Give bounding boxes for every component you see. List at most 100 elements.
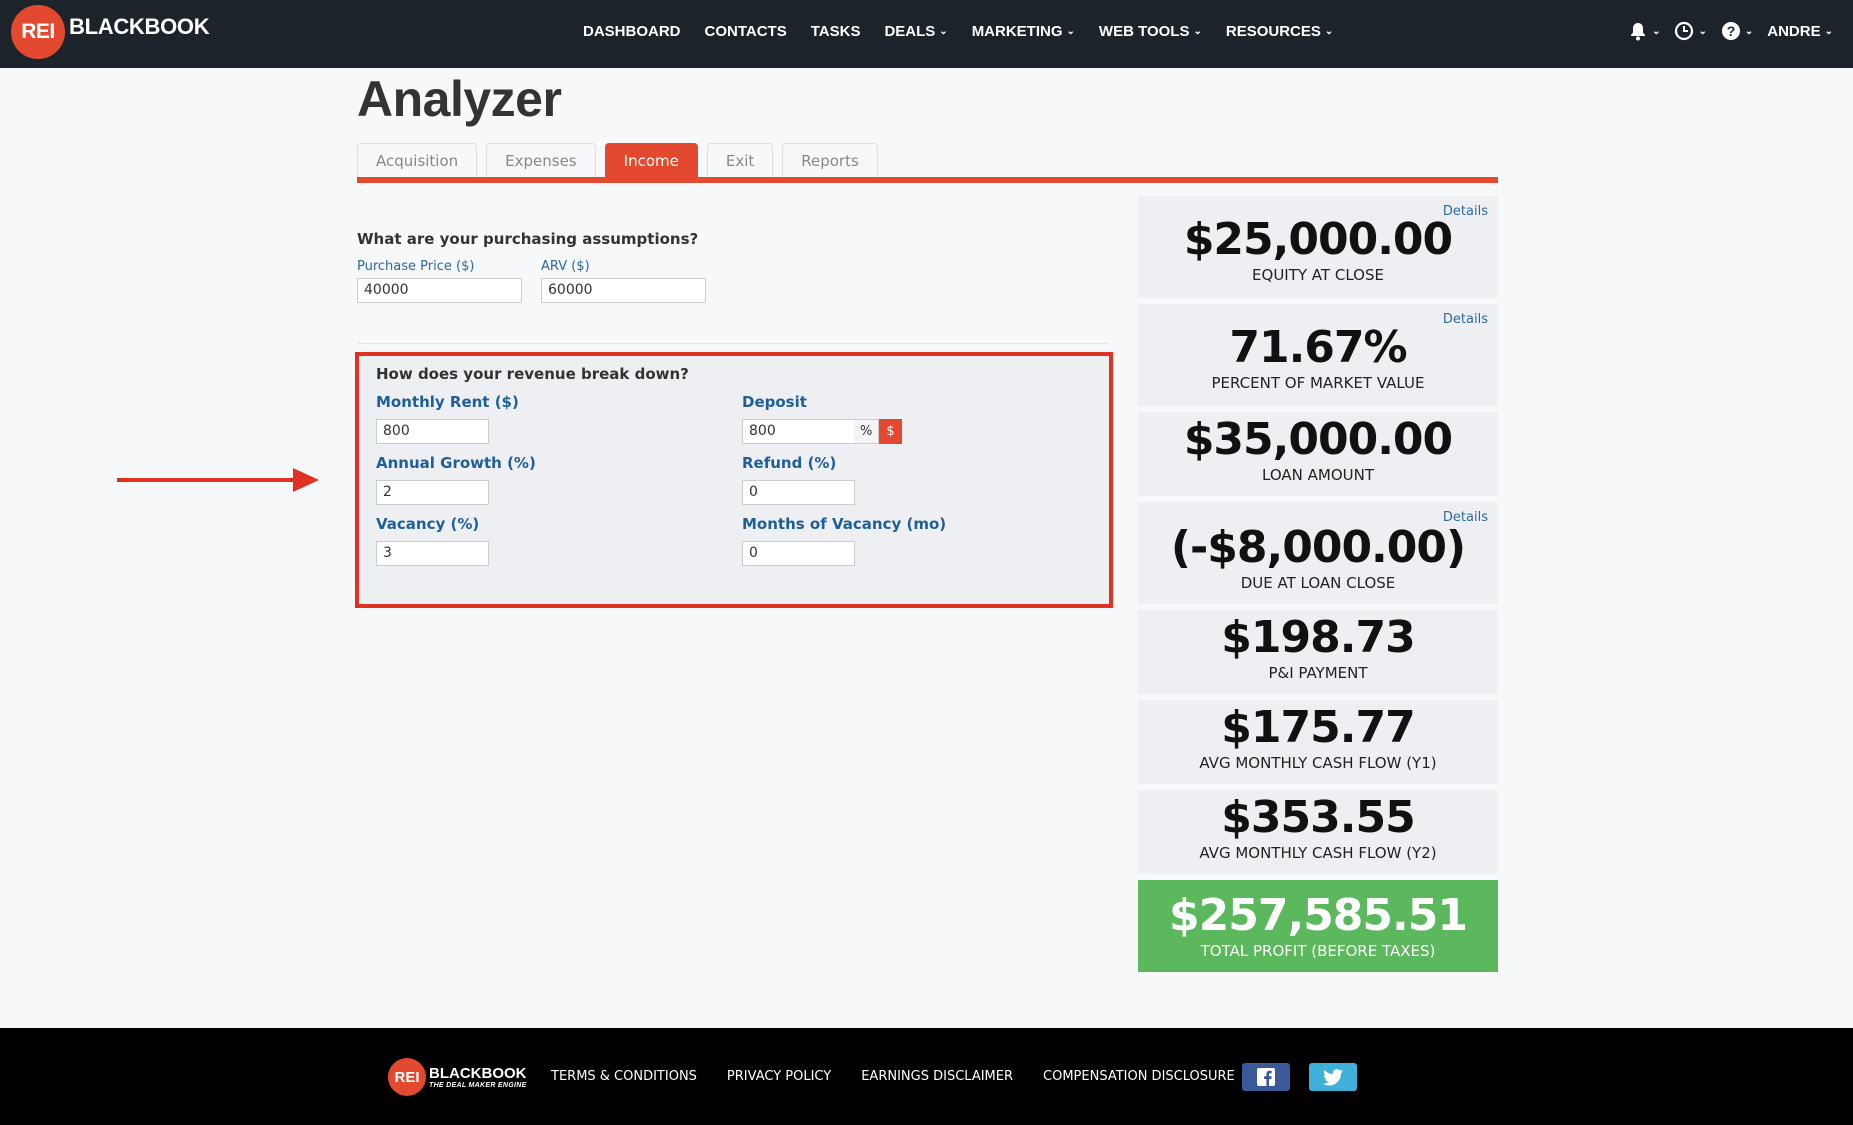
details-link[interactable]: Details [1443,312,1488,327]
facebook-icon [1257,1068,1275,1086]
nav-resources[interactable]: RESOURCES ⌄ [1226,23,1333,40]
summary-card-loan-amount: $35,000.00 LOAN AMOUNT [1138,412,1498,496]
deposit-percent-toggle[interactable]: % [854,419,880,444]
bell-icon [1631,23,1646,41]
purchase-price-input[interactable]: 40000 [357,278,522,303]
monthly-rent-input[interactable]: 800 [376,419,489,444]
card-label: AVG MONTHLY CASH FLOW (Y1) [1199,754,1437,772]
chevron-down-icon: ⌄ [1066,25,1075,37]
summary-card-percent-market: Details 71.67% PERCENT OF MARKET VALUE [1138,304,1498,406]
revenue-question: How does your revenue break down? [376,365,689,383]
footer-logo[interactable]: REI BLACKBOOK THE DEAL MAKER ENGINE [388,1058,527,1096]
svg-text:?: ? [1727,23,1736,39]
nav-deals[interactable]: DEALS ⌄ [884,23,947,40]
purchase-price-label: Purchase Price ($) [357,259,475,274]
deposit-unit-toggle: % $ [854,419,902,444]
summary-card-cashflow-y2: $353.55 AVG MONTHLY CASH FLOW (Y2) [1138,790,1498,874]
chevron-down-icon: ⌄ [1744,25,1754,37]
months-vacancy-input[interactable]: 0 [742,541,855,566]
nav-label: RESOURCES [1225,22,1321,40]
nav-marketing[interactable]: MARKETING ⌄ [972,23,1075,40]
arrow-right-icon [117,468,319,492]
nav-label: DEALS [884,22,936,40]
nav-dashboard[interactable]: DASHBOARD [583,23,681,40]
facebook-button[interactable] [1242,1063,1290,1091]
tab-income[interactable]: Income [604,143,698,177]
footer-link-terms[interactable]: TERMS & CONDITIONS [551,1069,697,1084]
help-button[interactable]: ? ⌄ [1721,21,1753,41]
vacancy-label: Vacancy (%) [376,515,480,533]
twitter-button[interactable] [1309,1063,1357,1091]
card-value: $198.73 [1221,612,1415,663]
footer-tagline: THE DEAL MAKER ENGINE [429,1081,527,1089]
deposit-dollar-toggle[interactable]: $ [879,419,902,444]
chevron-down-icon: ⌄ [939,25,948,37]
card-value: $25,000.00 [1183,214,1453,265]
clock-icon [1675,21,1694,41]
purchasing-question: What are your purchasing assumptions? [357,230,699,248]
card-value: $175.77 [1221,702,1415,753]
card-value: (-$8,000.00) [1170,522,1466,573]
card-label: EQUITY AT CLOSE [1252,266,1384,284]
logo-mark: REI [11,5,65,59]
nav-label: CONTACTS [704,22,787,40]
chevron-down-icon: ⌄ [1698,25,1707,37]
question-icon: ? [1721,22,1740,40]
vacancy-input[interactable]: 3 [376,541,489,566]
tab-exit[interactable]: Exit [706,143,774,177]
summary-card-total-profit: $257,585.51 TOTAL PROFIT (BEFORE TAXES) [1138,880,1498,972]
user-name: ANDRE [1767,22,1821,40]
monthly-rent-label: Monthly Rent ($) [376,393,519,411]
summary-card-pi-payment: $198.73 P&I PAYMENT [1138,610,1498,694]
footer-link-earnings[interactable]: EARNINGS DISCLAIMER [861,1069,1013,1084]
card-label: LOAN AMOUNT [1262,466,1374,484]
refund-label: Refund (%) [742,454,837,472]
card-label: AVG MONTHLY CASH FLOW (Y2) [1199,844,1437,862]
history-button[interactable]: ⌄ [1674,21,1707,41]
tab-reports[interactable]: Reports [782,143,878,177]
summary-card-cashflow-y1: $175.77 AVG MONTHLY CASH FLOW (Y1) [1138,700,1498,784]
footer-logo-text: BLACKBOOK THE DEAL MAKER ENGINE [429,1066,527,1089]
nav-web-tools[interactable]: WEB TOOLS ⌄ [1099,23,1202,40]
twitter-icon [1323,1068,1343,1085]
top-navbar: REI BLACKBOOK DASHBOARD CONTACTS TASKS D… [0,0,1853,68]
card-value: $35,000.00 [1183,414,1453,465]
card-label: DUE AT LOAN CLOSE [1240,574,1396,592]
annual-growth-label: Annual Growth (%) [376,454,536,472]
chevron-down-icon: ⌄ [1824,25,1833,37]
nav-label: MARKETING [971,22,1063,40]
arv-label: ARV ($) [541,259,590,274]
footer-links: TERMS & CONDITIONS PRIVACY POLICY EARNIN… [551,1028,1265,1125]
footer-link-compensation[interactable]: COMPENSATION DISCLOSURE [1043,1069,1235,1084]
card-value: 71.67% [1229,322,1407,373]
footer-link-privacy[interactable]: PRIVACY POLICY [727,1069,831,1084]
brand-logo[interactable]: REI BLACKBOOK [11,5,210,59]
card-label: P&I PAYMENT [1268,664,1368,682]
user-nav: ⌄ ⌄ ? ⌄ ANDRE ⌄ [1614,0,1833,62]
analyzer-tabs: Acquisition Expenses Income Exit Reports [357,143,887,177]
card-label: PERCENT OF MARKET VALUE [1211,374,1425,392]
footer-logo-name: BLACKBOOK [429,1064,527,1082]
refund-input[interactable]: 0 [742,480,855,505]
deposit-label: Deposit [742,393,807,411]
deposit-input[interactable]: 800 [742,419,855,444]
footer-logo-mark: REI [388,1058,426,1096]
chevron-down-icon: ⌄ [1652,25,1661,37]
card-label: TOTAL PROFIT (BEFORE TAXES) [1200,942,1436,960]
tab-expenses[interactable]: Expenses [486,143,596,177]
notifications-button[interactable]: ⌄ [1628,21,1660,41]
annual-growth-input[interactable]: 2 [376,480,489,505]
tab-acquisition[interactable]: Acquisition [357,143,478,177]
arv-input[interactable]: 60000 [541,278,706,303]
chevron-down-icon: ⌄ [1324,25,1334,37]
tab-underline [357,177,1498,183]
nav-tasks[interactable]: TASKS [811,23,861,40]
user-menu[interactable]: ANDRE ⌄ [1767,23,1833,40]
nav-label: TASKS [810,22,861,40]
details-link[interactable]: Details [1443,204,1488,219]
card-value: $353.55 [1221,792,1415,843]
months-vacancy-label: Months of Vacancy (mo) [742,515,947,533]
details-link[interactable]: Details [1443,510,1488,525]
nav-label: DASHBOARD [583,22,681,40]
nav-contacts[interactable]: CONTACTS [705,23,787,40]
